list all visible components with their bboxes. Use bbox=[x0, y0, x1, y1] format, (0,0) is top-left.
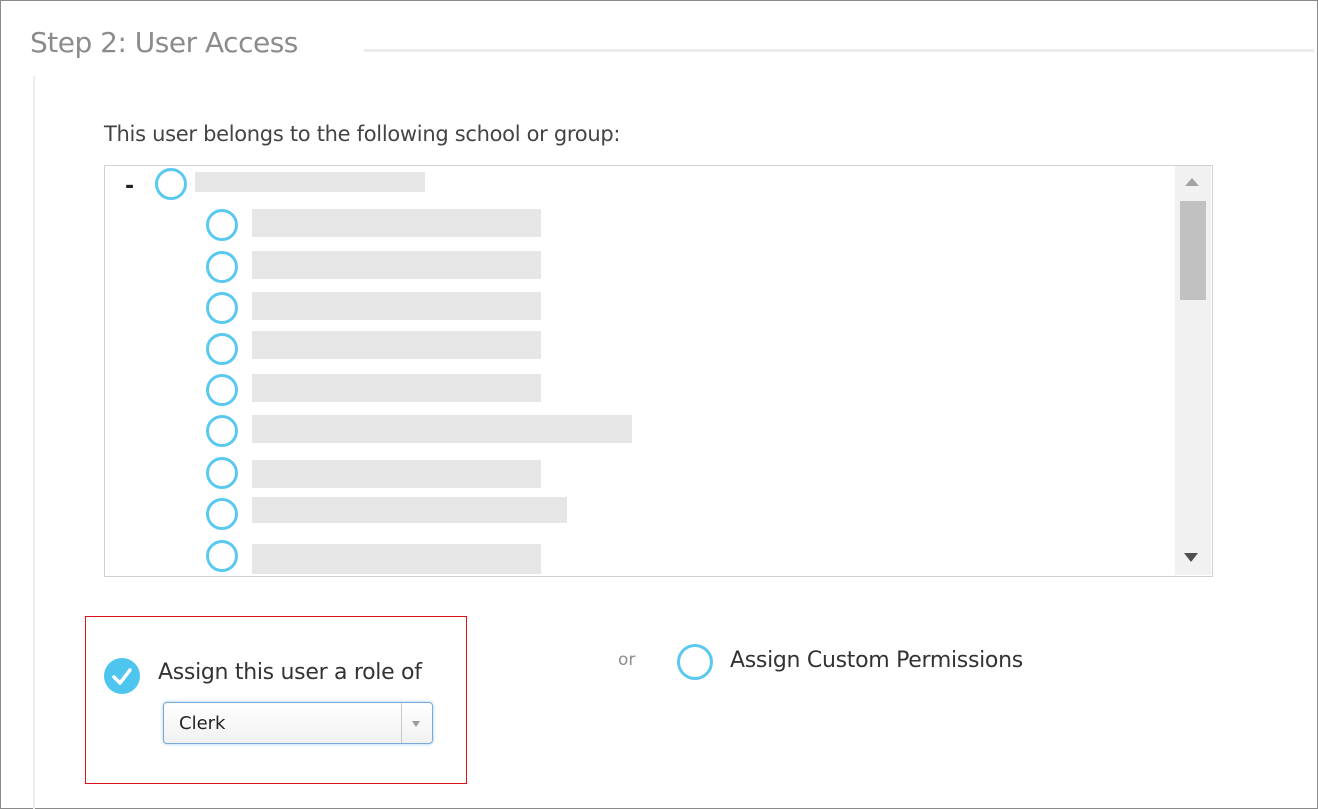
custom-permissions-radio[interactable] bbox=[677, 644, 713, 680]
tree-item-radio[interactable] bbox=[206, 415, 238, 447]
scroll-down-icon[interactable] bbox=[1184, 553, 1198, 562]
tree-item-label bbox=[252, 460, 541, 488]
tree-item-radio[interactable] bbox=[206, 457, 238, 489]
tree-item-radio[interactable] bbox=[206, 251, 238, 283]
tree-root-radio[interactable] bbox=[155, 168, 187, 200]
section-title: Step 2: User Access bbox=[30, 26, 298, 59]
role-select-button[interactable] bbox=[401, 703, 432, 743]
highlight-box bbox=[85, 616, 467, 784]
role-select-value: Clerk bbox=[179, 713, 226, 734]
tree-item-label bbox=[252, 292, 541, 320]
check-icon bbox=[112, 668, 132, 685]
tree-item-label bbox=[252, 415, 632, 443]
tree-item-label bbox=[252, 374, 541, 402]
tree-item-label bbox=[252, 497, 567, 523]
tree-item-label bbox=[252, 209, 541, 237]
tree-item-radio[interactable] bbox=[206, 374, 238, 406]
tree-item-radio[interactable] bbox=[206, 209, 238, 241]
group-tree-heading: This user belongs to the following schoo… bbox=[104, 122, 621, 146]
dropdown-arrow-icon bbox=[412, 721, 420, 727]
section-left-border bbox=[33, 76, 35, 809]
tree-item-label bbox=[252, 251, 541, 279]
tree-item-radio[interactable] bbox=[206, 333, 238, 365]
tree-item-radio[interactable] bbox=[206, 540, 238, 572]
minus-icon[interactable]: - bbox=[125, 176, 134, 198]
tree-item-label bbox=[252, 331, 541, 359]
title-divider bbox=[364, 49, 1314, 52]
scrollbar-thumb[interactable] bbox=[1180, 201, 1206, 300]
role-option-label[interactable]: Assign this user a role of bbox=[158, 660, 422, 685]
role-option-radio[interactable] bbox=[104, 658, 140, 694]
tree-root-label bbox=[195, 172, 425, 192]
option-separator: or bbox=[618, 650, 636, 670]
scroll-up-icon[interactable] bbox=[1185, 178, 1199, 186]
tree-item-radio[interactable] bbox=[206, 498, 238, 530]
role-select[interactable]: Clerk bbox=[163, 702, 433, 744]
custom-permissions-label[interactable]: Assign Custom Permissions bbox=[730, 648, 1023, 673]
tree-item-radio[interactable] bbox=[206, 292, 238, 324]
tree-item-label bbox=[252, 544, 541, 574]
